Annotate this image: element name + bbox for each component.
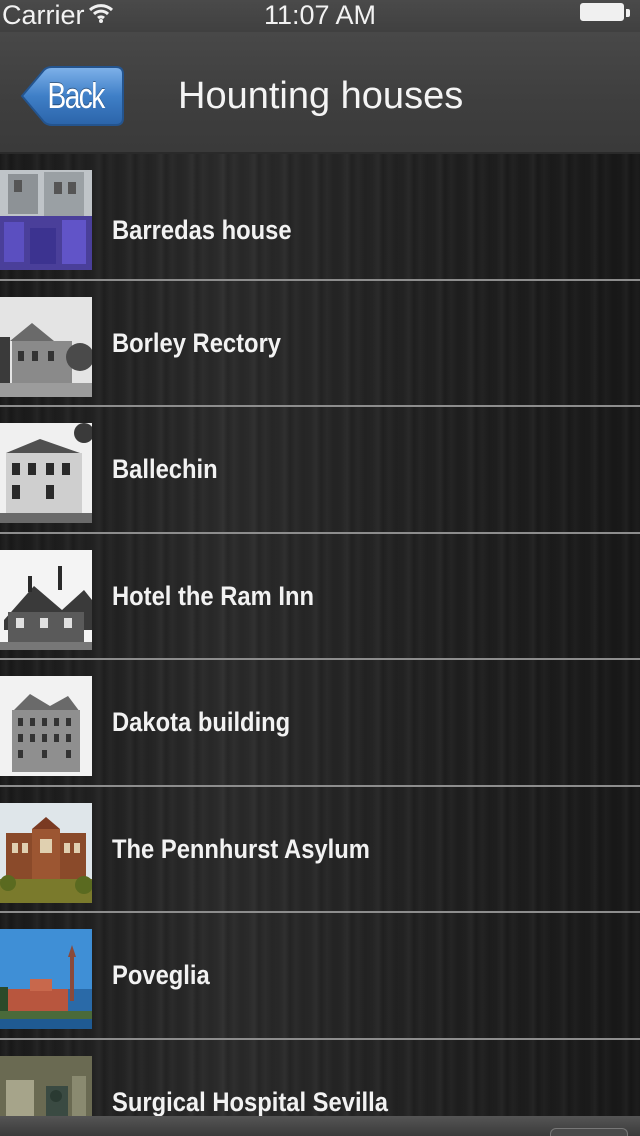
dakota-building-thumbnail [0, 676, 92, 776]
house-name: Dakota building [112, 707, 291, 737]
list-item-poveglia[interactable]: Poveglia [0, 913, 640, 1040]
surgical-hospital-sevilla-thumbnail [0, 1055, 92, 1116]
bottom-toolbar [0, 1116, 640, 1136]
house-name: Poveglia [112, 960, 210, 990]
hotel-the-ram-inn-thumbnail [0, 549, 92, 650]
back-button-label: Back [47, 75, 106, 116]
list-item-the-pennhurst-asylum[interactable]: The Pennhurst Asylum [0, 787, 640, 913]
poveglia-thumbnail [0, 929, 92, 1029]
back-button[interactable]: Back [20, 66, 124, 126]
status-bar: Carrier 11:07 AM [0, 0, 640, 32]
clock: 11:07 AM [263, 0, 377, 30]
house-name: Borley Rectory [112, 327, 282, 358]
house-name: Barredas house [112, 215, 292, 245]
the-pennhurst-asylum-thumbnail [0, 802, 92, 903]
toolbar-button[interactable] [550, 1128, 628, 1136]
houses-list[interactable]: Barredas house Borley Rectory Ballechin … [0, 154, 640, 1116]
ballechin-thumbnail [0, 423, 92, 523]
list-item-borley-rectory[interactable]: Borley Rectory [0, 281, 640, 407]
navigation-bar: Back Hounting houses [0, 32, 640, 154]
battery-tip [626, 9, 630, 17]
list-item-ballechin[interactable]: Ballechin [0, 407, 640, 534]
barredas-house-thumbnail [0, 170, 92, 270]
page-title: Hounting houses [178, 75, 464, 117]
battery-icon [580, 3, 624, 21]
list-item-dakota-building[interactable]: Dakota building [0, 660, 640, 787]
house-name: The Pennhurst Asylum [112, 833, 370, 864]
list-item-surgical-hospital-sevilla[interactable]: Surgical Hospital Sevilla [0, 1040, 640, 1117]
borley-rectory-thumbnail [0, 296, 92, 397]
house-name: Surgical Hospital Sevilla [112, 1086, 388, 1117]
list-item-hotel-the-ram-inn[interactable]: Hotel the Ram Inn [0, 534, 640, 660]
house-name: Hotel the Ram Inn [112, 580, 314, 611]
house-name: Ballechin [112, 454, 218, 484]
list-item-barredas-house[interactable]: Barredas house [0, 154, 640, 281]
